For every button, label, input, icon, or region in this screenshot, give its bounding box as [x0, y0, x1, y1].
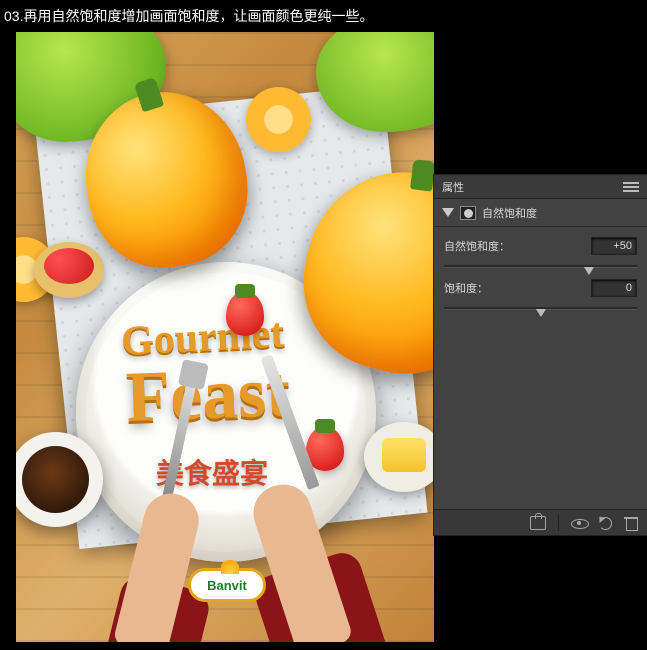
panel-header: 属性: [434, 175, 647, 199]
panel-title: 属性: [442, 179, 464, 195]
step-caption: 03.再用自然饱和度增加画面饱和度，让画面颜色更纯一些。: [4, 6, 373, 26]
raspberry-tart: [34, 242, 104, 298]
properties-panel: 属性 自然饱和度 自然饱和度： 饱和度：: [434, 175, 647, 535]
panel-menu-icon[interactable]: [623, 181, 639, 193]
toggle-visibility-icon[interactable]: [571, 516, 587, 530]
vibrance-input[interactable]: [591, 237, 637, 255]
document-canvas: Gourmet Feast 美食盛宴 Banvit: [16, 32, 434, 642]
saturation-slider-thumb[interactable]: [536, 309, 546, 317]
panel-footer: [434, 509, 647, 535]
adjustment-type-icon: [442, 208, 454, 217]
layer-mask-icon[interactable]: [460, 206, 476, 220]
vibrance-slider[interactable]: [444, 259, 637, 273]
saturation-slider[interactable]: [444, 301, 637, 315]
delete-icon[interactable]: [623, 516, 639, 530]
saturation-input[interactable]: [591, 279, 637, 297]
brand-logo: Banvit: [188, 568, 266, 602]
adjustment-name: 自然饱和度: [482, 205, 537, 221]
clip-to-layer-icon[interactable]: [530, 516, 546, 530]
adjustment-type-row: 自然饱和度: [434, 199, 647, 227]
vibrance-slider-thumb[interactable]: [584, 267, 594, 275]
strawberry: [226, 292, 264, 336]
saturation-label: 饱和度：: [444, 280, 488, 296]
vibrance-label: 自然饱和度：: [444, 238, 510, 254]
reset-icon[interactable]: [597, 516, 613, 530]
butter-plate: [364, 422, 434, 492]
orange-slice: [246, 87, 311, 152]
